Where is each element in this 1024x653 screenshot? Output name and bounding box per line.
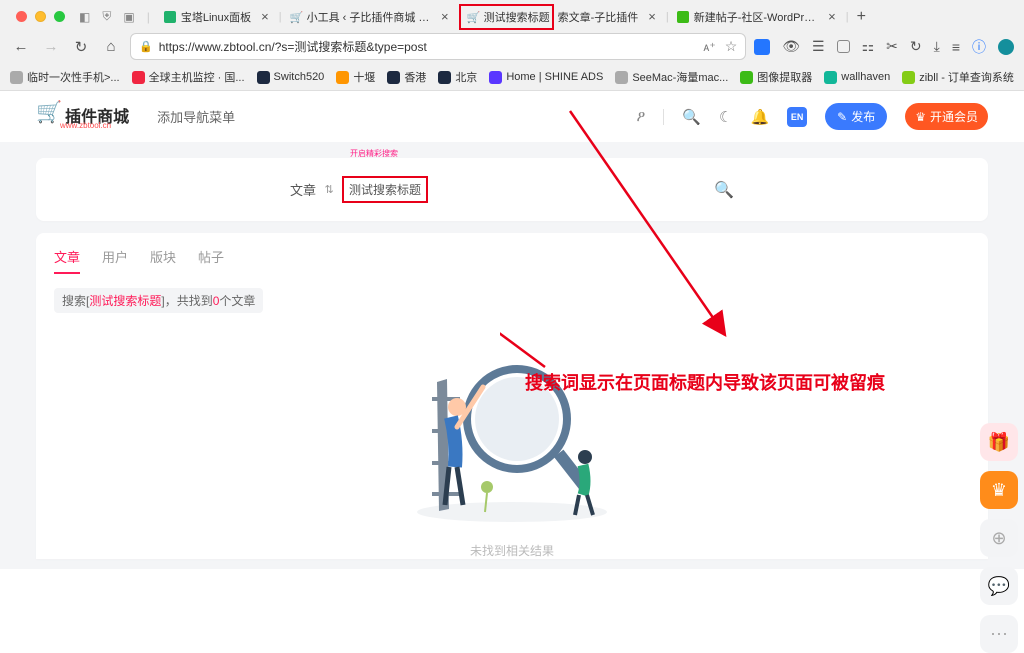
bookmark-item[interactable]: 北京 — [438, 69, 477, 85]
back-button[interactable]: ← — [10, 38, 32, 55]
tab-forums[interactable]: 版块 — [150, 247, 176, 274]
bookmarks-bar: 临时一次性手机>... 全球主机监控 · 国... Switch520 十堰 香… — [0, 64, 1024, 91]
empty-illustration — [407, 337, 617, 527]
eye-icon[interactable]: 👁 — [782, 38, 800, 55]
close-icon[interactable]: × — [441, 10, 449, 23]
shield-icon[interactable]: ⛨ — [102, 9, 111, 24]
bookmark-item[interactable]: 十堰 — [336, 69, 375, 85]
bookmark-item[interactable]: Switch520 — [257, 71, 325, 84]
history-icon[interactable]: ↻ — [910, 38, 922, 55]
more-button[interactable]: ⋯ — [980, 615, 1018, 653]
url-text: https://www.zbtool.cn/?s=测试搜索标题&type=pos… — [159, 38, 698, 55]
user-icon[interactable]: ዖ — [636, 108, 645, 125]
nav-add-menu[interactable]: 添加导航菜单 — [157, 107, 235, 126]
star-icon[interactable]: ☆ — [725, 38, 738, 55]
bookmark-item[interactable]: zibll - 订单查询系统 — [902, 69, 1014, 85]
window-controls — [4, 3, 77, 30]
sort-icon[interactable]: ⇅ — [322, 183, 336, 196]
tabs-icon[interactable]: ▣ — [123, 10, 134, 24]
annotation-text: 搜索词显示在页面标题内导致该页面可被留痕 — [525, 369, 885, 395]
tab-posts[interactable]: 文章 — [54, 247, 80, 274]
vip-button[interactable]: ♛ 开通会员 — [905, 103, 988, 130]
extension-icon-1[interactable] — [754, 39, 770, 55]
crown-button[interactable]: ♛ — [980, 471, 1018, 509]
tab-title: 宝塔Linux面板 — [181, 9, 251, 25]
bell-icon[interactable]: 🔔 — [750, 108, 769, 126]
tab-threads[interactable]: 帖子 — [198, 247, 224, 274]
site-header: 🛒 插件商城 www.zbtool.cn 添加导航菜单 ዖ 🔍 ☾ 🔔 EN ✎… — [0, 91, 1024, 142]
tab-title: 新建帖子-社区-WordPress主题 — [694, 9, 818, 25]
gift-button[interactable]: 🎁 — [980, 423, 1018, 461]
translate-icon[interactable]: ᴀ⁺ — [703, 40, 715, 54]
add-button[interactable]: ⊕ — [980, 519, 1018, 557]
tab-title: 测试搜索标题 — [484, 9, 550, 25]
extension-icon-2[interactable] — [998, 39, 1014, 55]
lock-icon: 🔒 — [139, 40, 153, 53]
moon-icon[interactable]: ☾ — [719, 108, 732, 126]
home-button[interactable]: ⌂ — [100, 38, 122, 55]
publish-button[interactable]: ✎ 发布 — [825, 103, 887, 130]
bookmark-item[interactable]: 图像提取器 — [740, 69, 812, 85]
browser-tab-3b[interactable]: 索文章-子比插件 × — [556, 4, 664, 30]
empty-text: 未找到相关结果 — [54, 542, 970, 559]
reload-button[interactable]: ↻ — [70, 38, 92, 56]
browser-tab-3-highlighted[interactable]: 🛒 测试搜索标题 — [459, 4, 554, 30]
lang-icon[interactable]: EN — [787, 107, 807, 127]
cart-icon: 🛒 — [36, 101, 62, 125]
close-icon[interactable]: × — [261, 10, 269, 23]
float-buttons: 🎁 ♛ ⊕ 💬 ⋯ — [980, 423, 1018, 653]
tab-title: 小工具 ‹ 子比插件商城 — WordPr — [307, 9, 431, 25]
browser-tab-1[interactable]: 宝塔Linux面板 × — [156, 4, 277, 30]
bookmark-icon[interactable]: ☰ — [812, 38, 825, 55]
results-card: 文章 用户 版块 帖子 搜索[测试搜索标题]，共找到0个文章 — [36, 233, 988, 559]
search-input[interactable]: 测试搜索标题 — [342, 176, 428, 203]
search-icon[interactable]: 🔍 — [682, 108, 701, 126]
maximize-dot[interactable] — [54, 11, 65, 22]
minimize-dot[interactable] — [35, 11, 46, 22]
bookmark-item[interactable]: Home | SHINE ADS — [489, 71, 603, 84]
new-tab-button[interactable]: + — [849, 8, 874, 26]
tab-title-suffix: 索文章-子比插件 — [558, 9, 639, 25]
bookmark-item[interactable]: 临时一次性手机>... — [10, 69, 120, 85]
tab-users[interactable]: 用户 — [102, 247, 128, 274]
result-tabs: 文章 用户 版块 帖子 — [54, 247, 970, 274]
forward-button[interactable]: → — [40, 38, 62, 55]
close-icon[interactable]: × — [648, 10, 656, 23]
search-type-label: 文章 — [290, 180, 316, 199]
address-bar-row: ← → ↻ ⌂ 🔒 https://www.zbtool.cn/?s=测试搜索标… — [0, 30, 1024, 64]
screenshot-icon[interactable]: ✂ — [886, 38, 898, 55]
close-dot[interactable] — [16, 11, 27, 22]
puzzle-icon[interactable] — [837, 40, 850, 53]
browser-tab-4[interactable]: 新建帖子-社区-WordPress主题 × — [669, 4, 844, 30]
reading-icon[interactable]: ⚏ — [862, 38, 875, 55]
bookmark-item[interactable]: 全球主机监控 · 国... — [132, 69, 245, 85]
close-icon[interactable]: × — [828, 10, 836, 23]
search-card: 文章 ⇅ 开启精彩搜索 测试搜索标题 🔍 — [36, 158, 988, 221]
avatar-icon[interactable]: ⓘ — [972, 37, 986, 57]
sidebar-icon[interactable]: ◧ — [79, 10, 90, 24]
bookmark-item[interactable]: wallhaven — [824, 71, 890, 84]
tab-strip: ◧ ⛨ ▣ | 宝塔Linux面板 × | 🛒 小工具 ‹ 子比插件商城 — W… — [0, 0, 1024, 30]
menu-icon[interactable]: ≡ — [952, 39, 960, 55]
result-summary: 搜索[测试搜索标题]，共找到0个文章 — [54, 288, 263, 313]
url-bar[interactable]: 🔒 https://www.zbtool.cn/?s=测试搜索标题&type=p… — [130, 33, 746, 60]
download-icon[interactable]: ⤓ — [934, 38, 940, 55]
wechat-button[interactable]: 💬 — [980, 567, 1018, 605]
bookmark-item[interactable]: 香港 — [387, 69, 426, 85]
bookmark-item[interactable]: SeeMac-海量mac... — [615, 69, 728, 85]
browser-tab-2[interactable]: 🛒 小工具 ‹ 子比插件商城 — WordPr × — [282, 4, 457, 30]
search-submit-icon[interactable]: 🔍 — [714, 180, 734, 200]
search-hint: 开启精彩搜索 — [350, 148, 398, 159]
